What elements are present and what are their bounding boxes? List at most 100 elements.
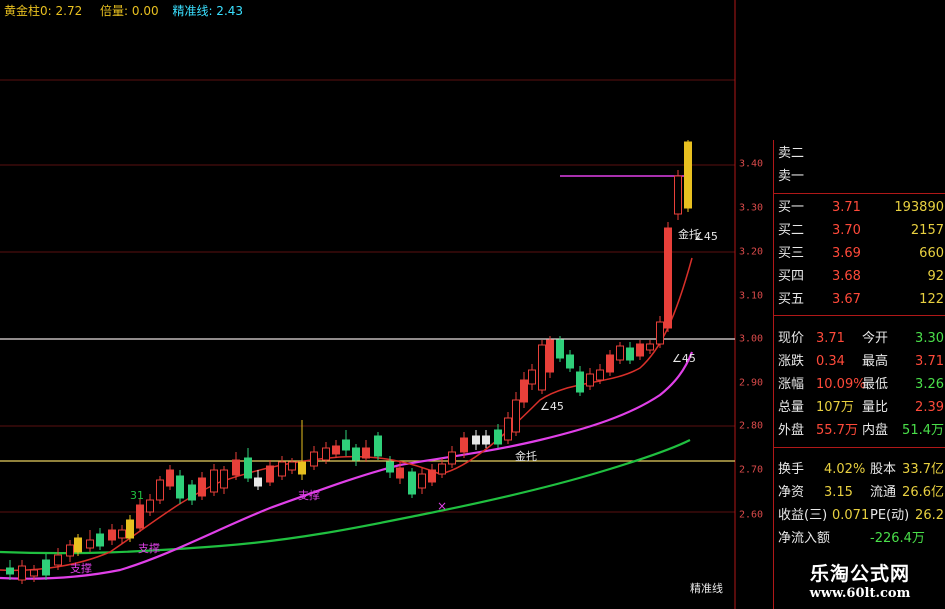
candle [86, 530, 94, 552]
candle [674, 170, 682, 220]
fund-label: 收益(三) [778, 508, 828, 523]
candle [266, 460, 274, 486]
stat-row: 总量 107万 量比 2.39 [774, 396, 945, 419]
buy-label: 买二 [778, 223, 805, 238]
ma-red-line [0, 257, 693, 572]
fund-value: 26.2 [915, 508, 944, 523]
tick-320: 3.20 [739, 246, 764, 258]
candle-body [18, 565, 26, 581]
candle-body [54, 554, 62, 566]
tick-310: 3.10 [739, 290, 764, 302]
stat-value: 3.71 [816, 331, 845, 346]
site-watermark: 乐淘公式网 www.60lt.com [775, 556, 945, 609]
support-label-3: 支撑 [298, 488, 320, 502]
buy-label: 买一 [778, 200, 805, 215]
candle [210, 464, 218, 496]
candle [504, 412, 512, 444]
candle-body [504, 417, 512, 441]
stat-label: 涨跌 [778, 354, 805, 369]
stat-value: 107万 [816, 400, 854, 415]
buy-price: 3.69 [832, 246, 861, 261]
candle [298, 420, 306, 480]
candle-body [96, 533, 104, 547]
candle [6, 560, 14, 580]
candle [566, 350, 574, 372]
divider [774, 193, 945, 194]
fund-row: 换手 4.02% 股本 33.7亿 [774, 458, 945, 481]
stat-row: 现价 3.71 今开 3.30 [774, 327, 945, 350]
candle-body [438, 463, 446, 475]
candle-body [310, 451, 318, 467]
candle-body [408, 471, 416, 495]
candle-body [494, 429, 502, 445]
divider [774, 315, 945, 316]
candle [244, 448, 252, 482]
fund-label: 净流入额 [778, 531, 831, 546]
buy-row[interactable]: 买三 3.69 660 [774, 242, 945, 265]
buy-label: 买四 [778, 269, 805, 284]
fund-value: 26.6亿 [902, 485, 944, 500]
candle-body [156, 479, 164, 501]
candle [576, 366, 584, 396]
tick-340: 3.40 [739, 158, 764, 170]
candle [220, 466, 228, 494]
sell-label: 卖二 [778, 146, 805, 161]
fund-value: 3.15 [824, 485, 853, 500]
buy-label: 买三 [778, 246, 805, 261]
candle [428, 464, 436, 486]
candle-body [266, 465, 274, 483]
candlestick-chart[interactable]: 支撑 支撑 支撑 金托 金托 ∠45 ∠45 ∠45 31 × 精准线 [0, 0, 775, 609]
stat-value: 0.34 [816, 354, 845, 369]
stat-value: 3.30 [915, 331, 944, 346]
candle-body [220, 469, 228, 489]
candle [176, 470, 184, 504]
buy-price: 3.67 [832, 292, 861, 307]
candle-body [146, 499, 154, 513]
candle-body [546, 339, 554, 373]
candle-body [664, 227, 672, 329]
stat-label: 量比 [862, 400, 889, 415]
stat-label: 最低 [862, 377, 889, 392]
stat-label: 今开 [862, 331, 889, 346]
buy-price: 3.71 [832, 200, 861, 215]
candle-body [232, 459, 240, 476]
buy-price: 3.68 [832, 269, 861, 284]
candle-body [418, 473, 426, 489]
candle-body [596, 369, 604, 381]
candle [374, 432, 382, 460]
candle-body [30, 569, 38, 577]
buy-volume: 122 [919, 292, 944, 307]
stat-value: 2.39 [915, 400, 944, 415]
fund-row: 净资 3.15 流通 26.6亿 [774, 481, 945, 504]
candle-body [136, 504, 144, 529]
candle-body [684, 141, 692, 209]
fund-row: 收益(三) 0.071 PE(动) 26.2 [774, 504, 945, 527]
tick-270: 2.70 [739, 464, 764, 476]
stat-row: 外盘 55.7万 内盘 51.4万 [774, 419, 945, 442]
candle-body [374, 435, 382, 457]
buy-row[interactable]: 买四 3.68 92 [774, 265, 945, 288]
stat-label: 涨幅 [778, 377, 805, 392]
candle [66, 540, 74, 562]
candle [626, 342, 634, 364]
candle [528, 364, 536, 390]
sell-row: 卖一 [774, 165, 945, 188]
candle-body [520, 379, 528, 403]
candle-body [396, 467, 404, 479]
candle-body [362, 447, 370, 459]
buy-row[interactable]: 买二 3.70 2157 [774, 219, 945, 242]
candle [254, 470, 262, 490]
candles [6, 140, 692, 584]
buy-volume: 193890 [894, 200, 944, 215]
buy-row[interactable]: 买一 3.71 193890 [774, 196, 945, 219]
stat-row: 涨幅 10.09% 最低 3.26 [774, 373, 945, 396]
buy-row[interactable]: 买五 3.67 122 [774, 288, 945, 311]
price-axis: 3.40 3.30 3.20 3.10 3.00 2.90 2.80 2.70 … [735, 0, 775, 609]
candle [482, 430, 490, 448]
candle-body [210, 469, 218, 493]
candle-body [176, 475, 184, 499]
candle [448, 446, 456, 468]
candle-body [556, 339, 564, 359]
candle-body [6, 567, 14, 575]
candle-body [352, 447, 360, 461]
